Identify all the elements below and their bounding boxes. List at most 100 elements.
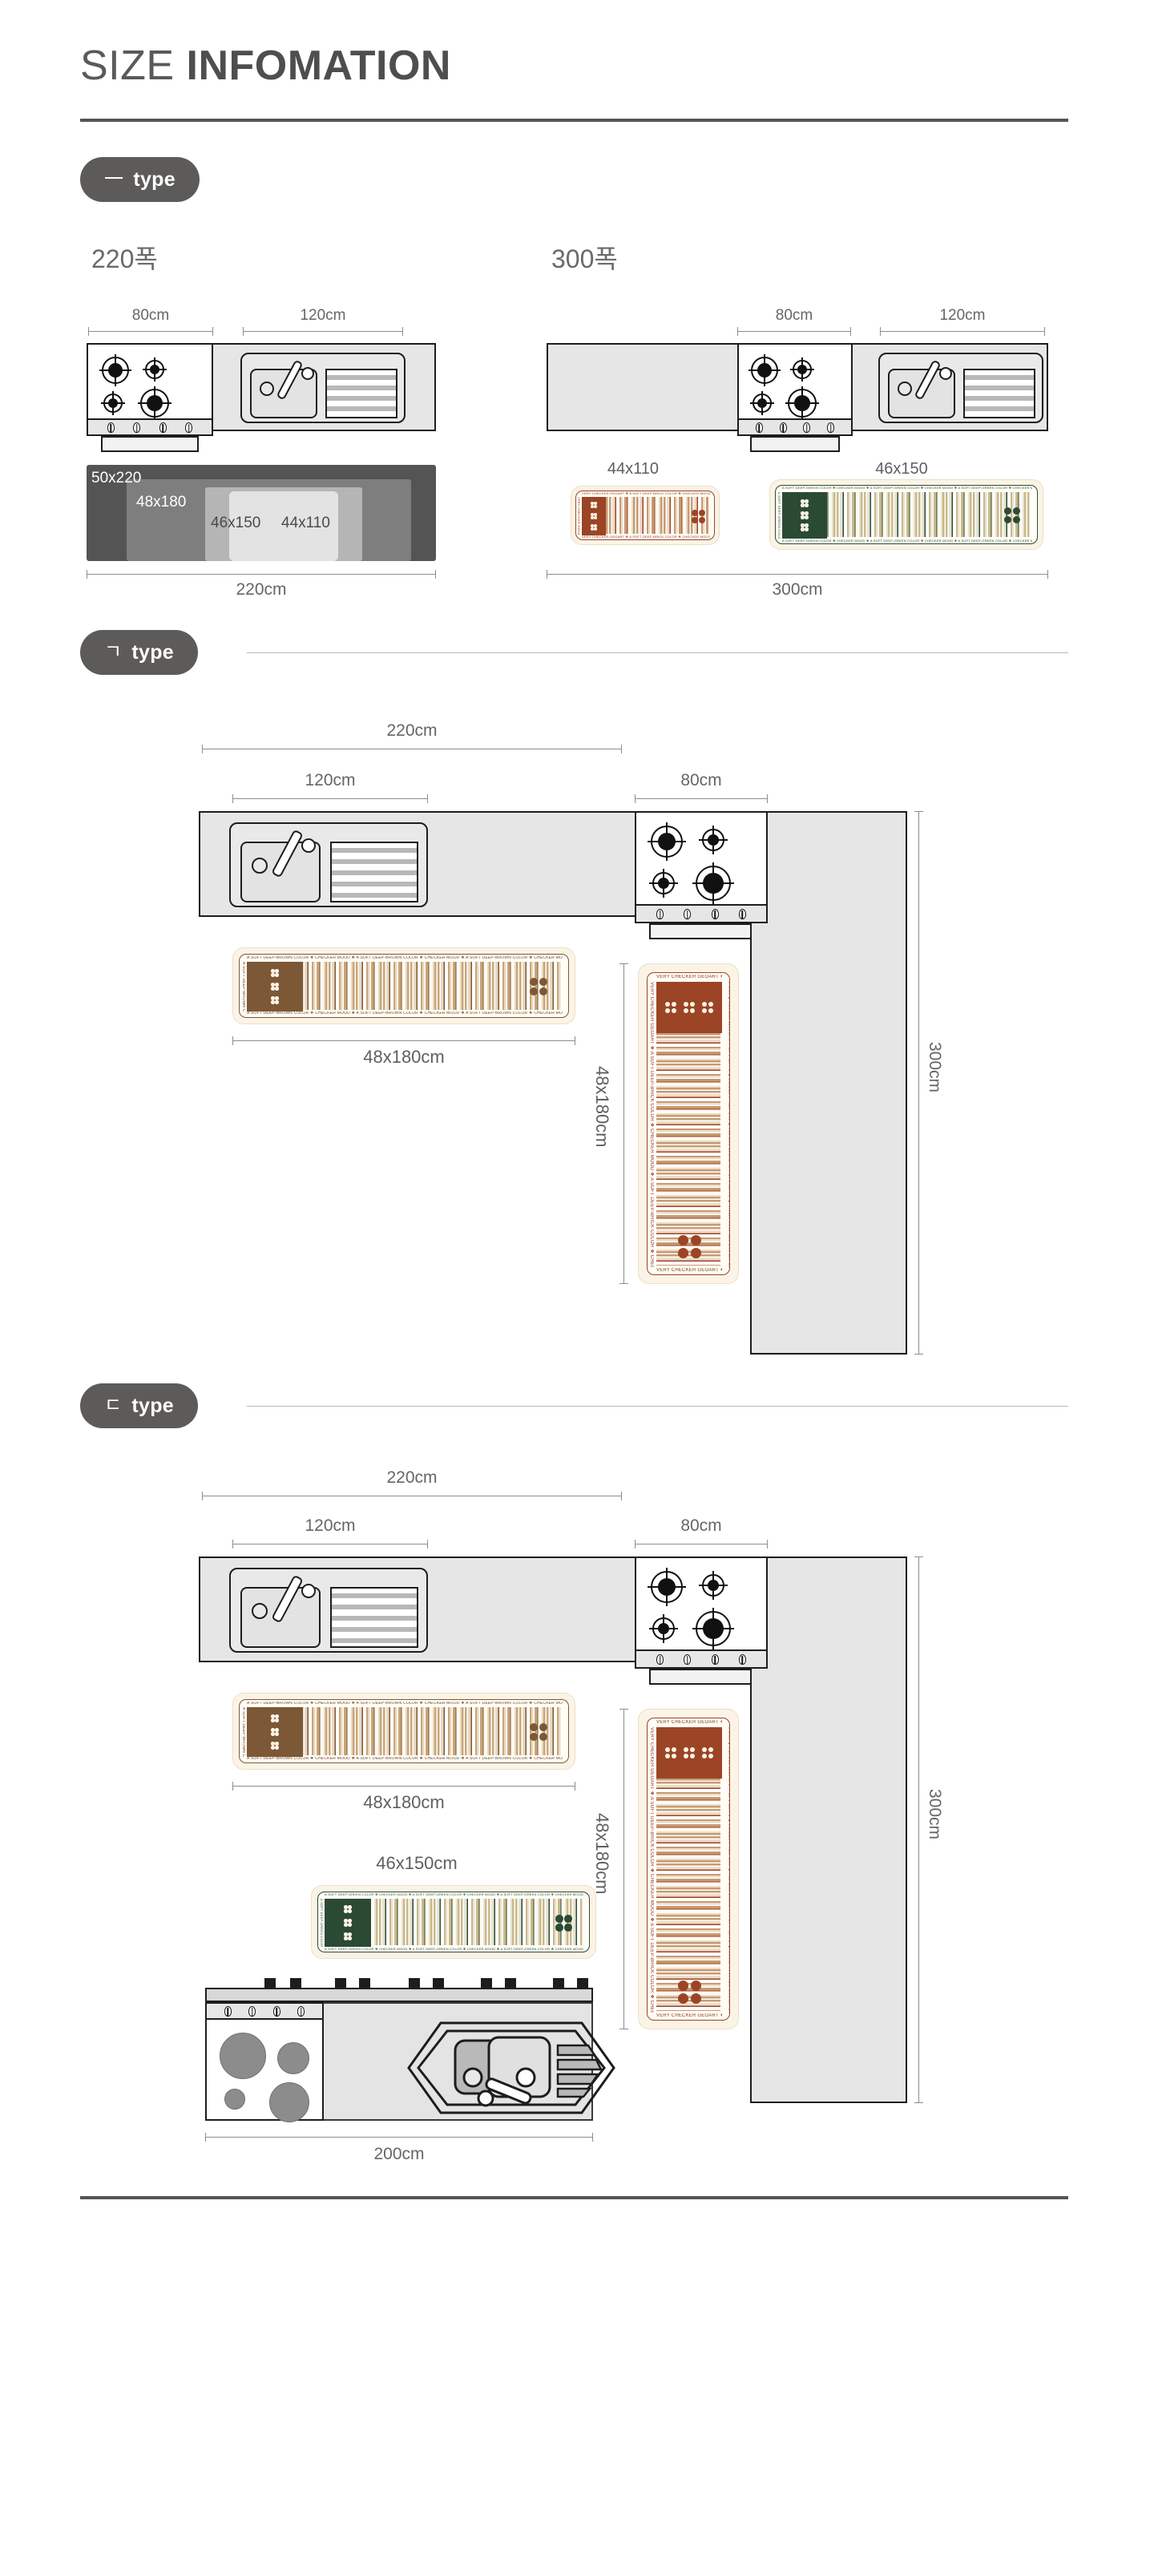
sink-giyeok: [229, 822, 428, 907]
mat-edge-text: VERY CHECKER GEOART ❖ A SOFT DEEP-BRICK …: [577, 497, 580, 535]
mat-accent-clover: [529, 1722, 548, 1742]
knob-icon[interactable]: [272, 2005, 280, 2017]
mat-edge-text: A SOFT DEEP-GREEN COLOR ❖ CHECKER MOOD ❖…: [782, 487, 1032, 490]
mat-46x150[interactable]: A SOFT DEEP-GREEN COLOR ❖ CHECKER MOOD ❖…: [769, 479, 1043, 550]
hob-bottom-digeut: [205, 2002, 324, 2122]
mat-digeut-46x150[interactable]: A SOFT DEEP-GREEN COLOR ❖ CHECKER MOOD ❖…: [311, 1885, 596, 1959]
hob-foot-giyeok: [649, 923, 752, 939]
dim-label-300-sink: 120cm: [939, 307, 986, 324]
knob-icon[interactable]: [159, 422, 167, 433]
knob-icon[interactable]: [755, 422, 763, 433]
mat-edge-text: A SOFT DEEP-BROWN COLOR ❖ CHECKER MOOD ❖…: [247, 1757, 563, 1761]
mat-edge-text: VERY CHECKER GEOART ❖ A SOFT DEEP-BRICK …: [656, 1268, 722, 1273]
dim-line-giyeok-hob: [635, 794, 768, 803]
knob-icon[interactable]: [684, 1653, 692, 1665]
mat-color-block: [656, 1727, 722, 1779]
dim-label-giyeok-right: 300cm: [926, 1042, 944, 1093]
burner-icon-large-1: [748, 354, 781, 386]
dim-label-giyeok-hob: 80cm: [680, 771, 722, 789]
mat-digeut-48x180[interactable]: A SOFT DEEP-BROWN COLOR ❖ CHECKER MOOD ❖…: [232, 1693, 575, 1770]
clover-icon: [270, 995, 280, 1005]
badge-type-digeut[interactable]: ㄷ type: [80, 1383, 198, 1428]
mat-44x110[interactable]: VERY CHECKER GEOART ❖ A SOFT DEEP-BRICK …: [571, 486, 720, 545]
hob-foot-digeut: [649, 1669, 752, 1685]
mat-inner-panel: A SOFT DEEP-GREEN COLOR ❖ CHECKER MOOD ❖…: [775, 485, 1038, 544]
knob-icon[interactable]: [107, 422, 115, 433]
burner-icon-small-2: [649, 869, 678, 898]
mat-caption-44x110: 44x110: [607, 460, 660, 478]
burner-icon-small-1: [790, 357, 814, 382]
mat-giyeok-horizontal[interactable]: A SOFT DEEP-BROWN COLOR ❖ CHECKER MOOD ❖…: [232, 947, 575, 1024]
dim-line-300-sink: [880, 327, 1045, 336]
knob-icon[interactable]: [803, 422, 811, 433]
faucet-head-giyeok: [301, 838, 316, 853]
mat-edge-text: A SOFT DEEP-BROWN COLOR ❖ CHECKER MOOD ❖…: [247, 1702, 563, 1706]
mat-edge-text: A SOFT DEEP-GREEN COLOR ❖ CHECKER MOOD ❖…: [777, 492, 781, 539]
dim-label-300-total: 300cm: [772, 580, 823, 599]
badge-type-giyeok[interactable]: ㄱ type: [80, 630, 198, 675]
mat-edge-text: A SOFT DEEP-GREEN COLOR ❖ CHECKER MOOD ❖…: [589, 1899, 590, 1947]
clover-icon: [343, 1904, 353, 1914]
knob-icon[interactable]: [297, 2005, 305, 2017]
dim-label-digeut-total: 220cm: [386, 1468, 438, 1487]
burner-disc-small-1: [277, 2042, 309, 2074]
knob-strip-giyeok: [635, 904, 768, 923]
page-title-light: SIZE: [80, 42, 175, 89]
mat-color-block: [247, 1707, 303, 1757]
mat-caption-giyeok-h: 48x180cm: [363, 1047, 445, 1067]
mat-edge-text: VERY CHECKER GEOART ❖ A SOFT DEEP-BRICK …: [728, 1727, 730, 2013]
knob-icon[interactable]: [711, 908, 719, 919]
title-divider: [80, 119, 1068, 122]
mat-edge-text: A SOFT DEEP-BROWN COLOR ❖ CHECKER MOOD ❖…: [247, 1011, 563, 1015]
knob-icon[interactable]: [656, 1653, 664, 1665]
mat-edge-text: VERY CHECKER GEOART ❖ A SOFT DEEP-BRICK …: [656, 2013, 722, 2018]
faucet-head-300: [939, 367, 952, 380]
burner-icon-large-2: [785, 386, 819, 420]
sink-drain-icon-giyeok: [252, 858, 268, 874]
mat-accent-clover: [691, 509, 706, 524]
mat-color-block: [325, 1899, 371, 1947]
dim-line-220-hob: [88, 327, 213, 336]
knob-icon[interactable]: [827, 422, 835, 433]
mat-giyeok-vertical[interactable]: VERY CHECKER GEOART ❖ A SOFT DEEP-BRICK …: [638, 963, 739, 1284]
rail-tab: [335, 1978, 346, 1988]
clover-icon: [270, 982, 280, 991]
mat-accent-clover: [529, 977, 548, 996]
knob-icon[interactable]: [738, 1653, 746, 1665]
knob-icon[interactable]: [711, 1653, 719, 1665]
knob-icon[interactable]: [779, 422, 787, 433]
mat-caption-digeut-v: 48x180cm: [592, 1813, 612, 1895]
clover-icon: [677, 1980, 702, 2005]
clover-icon: [801, 511, 809, 519]
badge-type-line[interactable]: 一 type: [80, 157, 200, 202]
badge-glyph-line: 一: [104, 168, 124, 190]
dim-label-digeut-sink: 120cm: [305, 1516, 356, 1535]
hob-giyeok: [635, 811, 768, 917]
rail-tab: [409, 1978, 420, 1988]
burner-disc-large-1: [220, 2033, 266, 2079]
clover-icon: [590, 523, 598, 531]
rail-tab: [264, 1978, 276, 1988]
mat-digeut-vertical[interactable]: VERY CHECKER GEOART ❖ A SOFT DEEP-BRICK …: [638, 1709, 739, 2029]
clover-icon: [343, 1918, 353, 1928]
knob-icon[interactable]: [224, 2005, 232, 2017]
clover-icon: [684, 1002, 696, 1014]
rail-tab: [481, 1978, 492, 1988]
dim-line-digeut-mat1: [232, 1782, 575, 1791]
knob-icon[interactable]: [738, 908, 746, 919]
clover-icon: [270, 1727, 280, 1737]
knob-icon[interactable]: [185, 422, 193, 433]
rail-tab: [290, 1978, 301, 1988]
knob-icon[interactable]: [248, 2005, 256, 2017]
knob-icon[interactable]: [133, 422, 141, 433]
dim-label-giyeok-total: 220cm: [386, 721, 438, 740]
clover-icon: [529, 1722, 548, 1742]
clover-icon: [590, 501, 598, 509]
mat-edge-text: VERY CHECKER GEOART ❖ A SOFT DEEP-BRICK …: [714, 497, 715, 535]
knob-icon[interactable]: [656, 908, 664, 919]
mat-color-block: [582, 497, 606, 535]
knob-icon[interactable]: [684, 908, 692, 919]
page-title-bold: INFOMATION: [186, 42, 451, 89]
page-title: SIZE INFOMATION: [80, 42, 451, 90]
hob-digeut: [635, 1557, 768, 1662]
